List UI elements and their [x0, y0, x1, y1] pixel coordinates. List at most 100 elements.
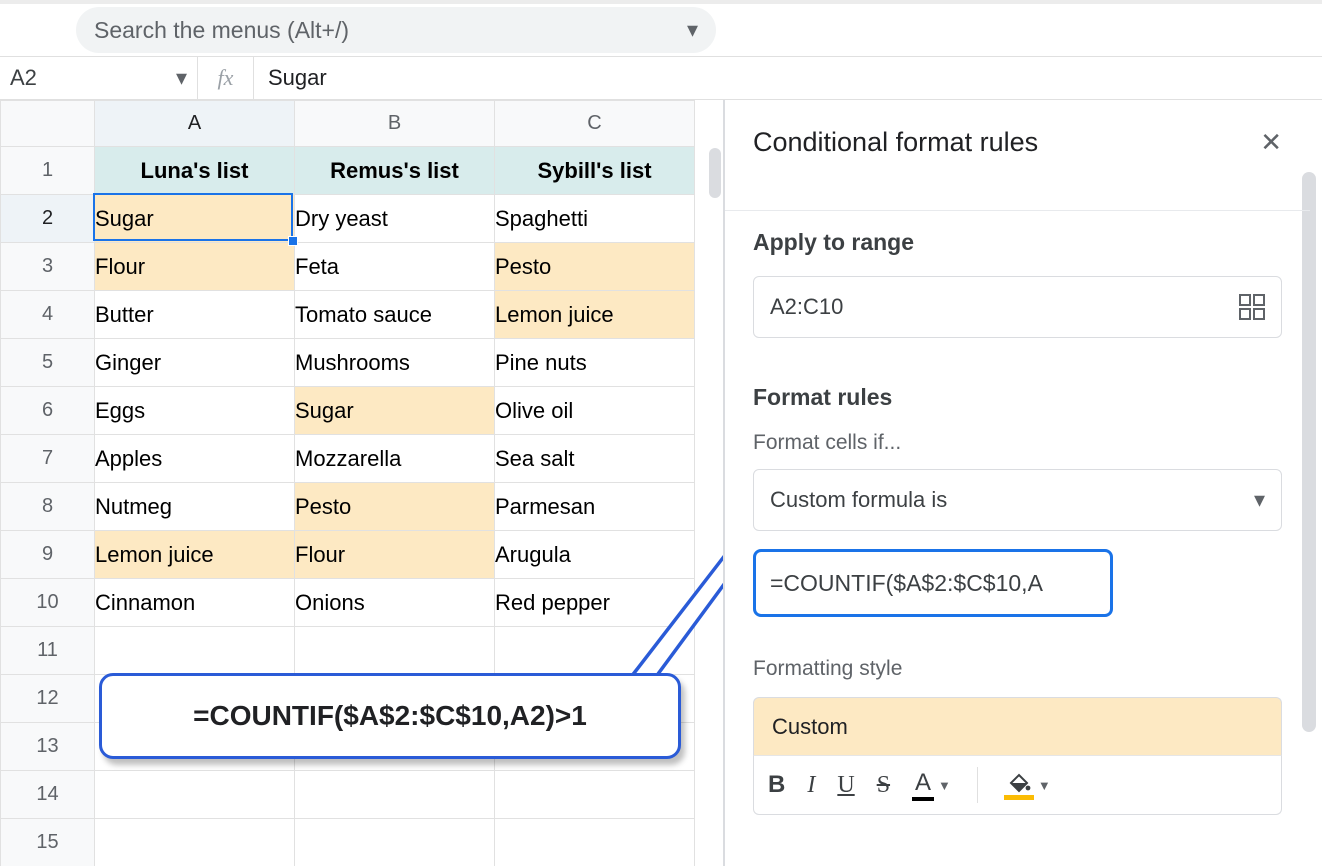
style-preview[interactable]: Custom	[753, 697, 1282, 755]
formula-bar-input[interactable]: Sugar	[254, 57, 1322, 99]
sheet-vertical-scrollbar[interactable]	[709, 148, 721, 198]
row-header-4[interactable]: 4	[1, 291, 95, 339]
name-box-value: A2	[10, 65, 37, 91]
condition-select-value: Custom formula is	[770, 487, 947, 513]
text-color-button[interactable]: A ▼	[912, 769, 951, 801]
row-header-9[interactable]: 9	[1, 531, 95, 579]
row-header-13[interactable]: 13	[1, 723, 95, 771]
formatting-style-label: Formatting style	[753, 657, 1282, 681]
fill-color-button[interactable]: ▼	[1004, 771, 1051, 800]
bold-button[interactable]: B	[768, 771, 785, 799]
divider	[725, 210, 1310, 211]
italic-button[interactable]: I	[807, 772, 815, 799]
row-header-12[interactable]: 12	[1, 675, 95, 723]
row-header-15[interactable]: 15	[1, 819, 95, 866]
cell-B7[interactable]: Mozzarella	[295, 435, 495, 483]
cell-A8[interactable]: Nutmeg	[95, 483, 295, 531]
name-box[interactable]: A2 ▾	[0, 57, 198, 99]
cell-A11[interactable]	[95, 627, 295, 675]
select-all-corner[interactable]	[1, 101, 95, 147]
menu-search-input[interactable]: Search the menus (Alt+/) ▾	[76, 7, 716, 53]
chevron-down-icon: ▼	[1038, 778, 1051, 793]
cell-C10[interactable]: Red pepper	[495, 579, 695, 627]
cell-B1[interactable]: Remus's list	[295, 147, 495, 195]
row-header-3[interactable]: 3	[1, 243, 95, 291]
cell-C14[interactable]	[495, 771, 695, 819]
chevron-down-icon: ▼	[938, 778, 951, 793]
cell-B8[interactable]: Pesto	[295, 483, 495, 531]
style-preview-text: Custom	[772, 714, 848, 740]
cell-C8[interactable]: Parmesan	[495, 483, 695, 531]
chevron-down-icon[interactable]: ▾	[687, 17, 698, 43]
select-range-icon[interactable]	[1239, 294, 1265, 320]
fill-color-swatch	[1004, 795, 1034, 800]
toolbar-separator	[977, 767, 978, 803]
custom-formula-input[interactable]: =COUNTIF($A$2:$C$10,A	[753, 549, 1113, 617]
cell-C15[interactable]	[495, 819, 695, 866]
cell-B6[interactable]: Sugar	[295, 387, 495, 435]
cell-A1[interactable]: Luna's list	[95, 147, 295, 195]
cell-A6[interactable]: Eggs	[95, 387, 295, 435]
condition-select[interactable]: Custom formula is ▾	[753, 469, 1282, 531]
row-header-14[interactable]: 14	[1, 771, 95, 819]
row-header-11[interactable]: 11	[1, 627, 95, 675]
cell-A9[interactable]: Lemon juice	[95, 531, 295, 579]
menu-search-placeholder: Search the menus (Alt+/)	[94, 17, 349, 44]
cell-C4[interactable]: Lemon juice	[495, 291, 695, 339]
row-header-5[interactable]: 5	[1, 339, 95, 387]
cell-B11[interactable]	[295, 627, 495, 675]
column-header-A[interactable]: A	[95, 101, 295, 147]
cell-A3[interactable]: Flour	[95, 243, 295, 291]
custom-formula-value: =COUNTIF($A$2:$C$10,A	[770, 570, 1043, 597]
row-header-10[interactable]: 10	[1, 579, 95, 627]
cell-C3[interactable]: Pesto	[495, 243, 695, 291]
row-header-6[interactable]: 6	[1, 387, 95, 435]
cell-B5[interactable]: Mushrooms	[295, 339, 495, 387]
apply-to-range-input[interactable]: A2:C10	[753, 276, 1282, 338]
selection-fill-handle[interactable]	[288, 236, 298, 246]
text-color-swatch	[912, 797, 934, 801]
cell-B14[interactable]	[295, 771, 495, 819]
cell-B10[interactable]: Onions	[295, 579, 495, 627]
cell-A5[interactable]: Ginger	[95, 339, 295, 387]
close-icon[interactable]: ✕	[1260, 127, 1282, 158]
row-header-8[interactable]: 8	[1, 483, 95, 531]
cell-C6[interactable]: Olive oil	[495, 387, 695, 435]
column-header-B[interactable]: B	[295, 101, 495, 147]
cell-C11[interactable]	[495, 627, 695, 675]
column-header-C[interactable]: C	[495, 101, 695, 147]
cell-C2[interactable]: Spaghetti	[495, 195, 695, 243]
cell-C1[interactable]: Sybill's list	[495, 147, 695, 195]
cell-B2[interactable]: Dry yeast	[295, 195, 495, 243]
row-header-2[interactable]: 2	[1, 195, 95, 243]
format-cells-if-label: Format cells if...	[753, 431, 1282, 455]
style-toolbar: B I U S A ▼	[753, 755, 1282, 815]
formula-callout-text: =COUNTIF($A$2:$C$10,A2)>1	[193, 700, 587, 732]
cell-A14[interactable]	[95, 771, 295, 819]
cell-A2[interactable]: Sugar	[95, 195, 295, 243]
cell-A15[interactable]	[95, 819, 295, 866]
cell-A4[interactable]: Butter	[95, 291, 295, 339]
name-box-dropdown-icon[interactable]: ▾	[176, 65, 187, 91]
format-rules-label: Format rules	[753, 384, 1282, 411]
fx-icon: fx	[198, 57, 254, 99]
cell-C7[interactable]: Sea salt	[495, 435, 695, 483]
spreadsheet-grid[interactable]: ABC 1Luna's listRemus's listSybill's list…	[0, 100, 724, 866]
formula-callout: =COUNTIF($A$2:$C$10,A2)>1	[99, 673, 681, 759]
cell-A10[interactable]: Cinnamon	[95, 579, 295, 627]
cell-B3[interactable]: Feta	[295, 243, 495, 291]
cell-C9[interactable]: Arugula	[495, 531, 695, 579]
cell-B4[interactable]: Tomato sauce	[295, 291, 495, 339]
cell-B9[interactable]: Flour	[295, 531, 495, 579]
cell-C5[interactable]: Pine nuts	[495, 339, 695, 387]
apply-to-range-label: Apply to range	[753, 229, 1282, 256]
row-header-7[interactable]: 7	[1, 435, 95, 483]
cell-B15[interactable]	[295, 819, 495, 866]
row-header-1[interactable]: 1	[1, 147, 95, 195]
cell-A7[interactable]: Apples	[95, 435, 295, 483]
paint-bucket-icon	[1007, 771, 1031, 793]
strikethrough-button[interactable]: S	[877, 772, 890, 799]
apply-to-range-value: A2:C10	[770, 294, 843, 320]
underline-button[interactable]: U	[837, 772, 854, 799]
panel-title: Conditional format rules	[753, 127, 1260, 158]
